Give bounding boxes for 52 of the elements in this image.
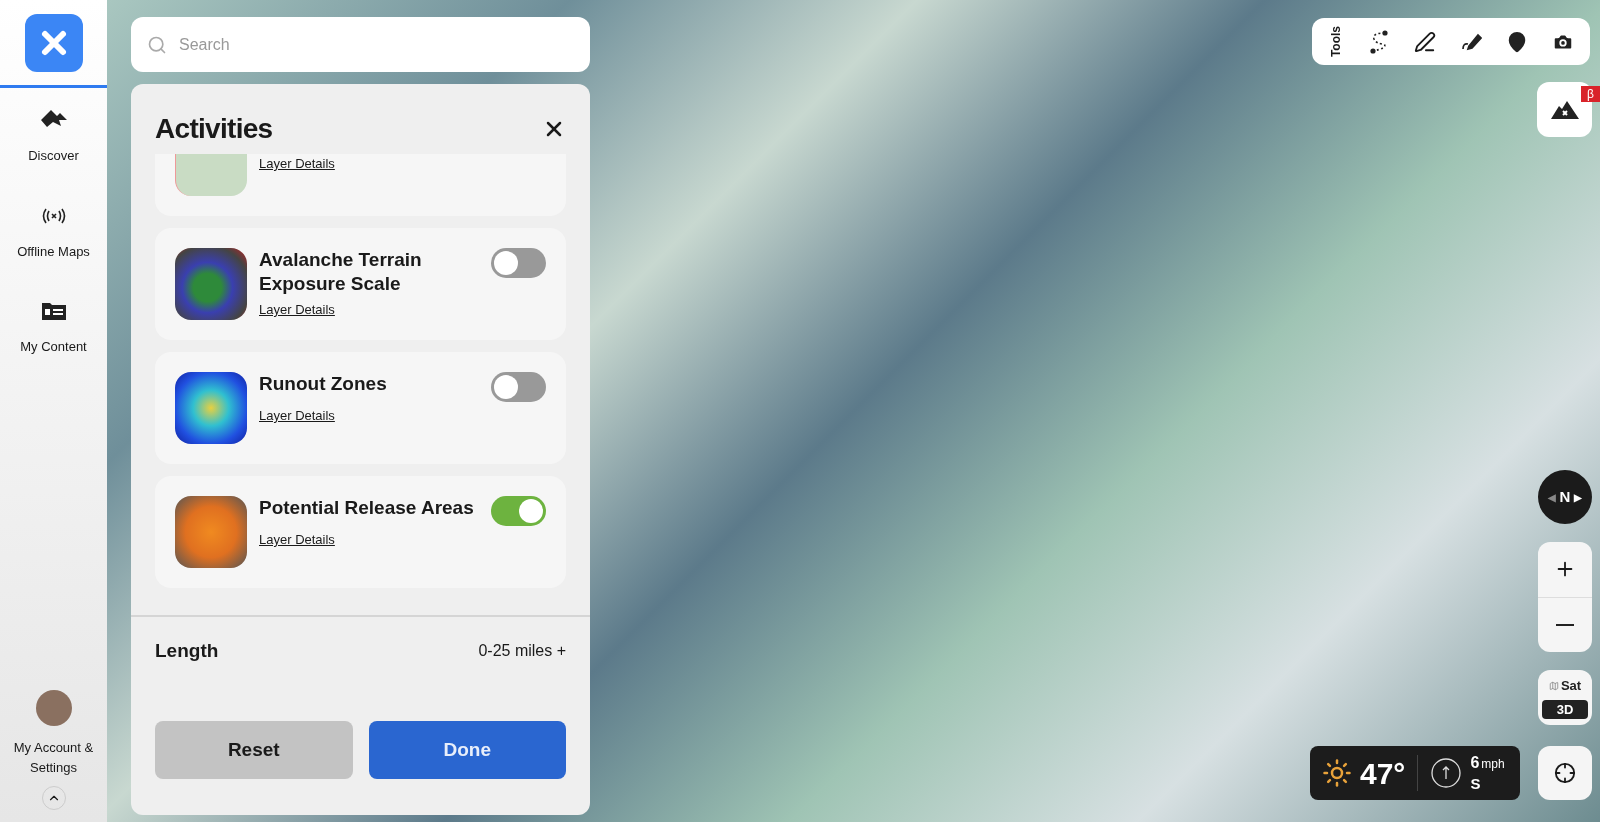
filter-label: Length	[155, 638, 219, 663]
mountain-x-icon	[1549, 99, 1580, 120]
tools-label: Tools	[1328, 25, 1344, 58]
avatar[interactable]	[35, 690, 72, 726]
map-mode-option[interactable]: 3D	[1542, 699, 1588, 719]
layer-thumbnail	[175, 496, 247, 568]
layer-details-link[interactable]: Layer Details	[259, 530, 335, 550]
filter-value: 0-25 miles +	[478, 640, 566, 661]
done-button[interactable]: Done	[368, 721, 566, 779]
layer-details-link[interactable]: Layer Details	[259, 406, 335, 426]
toggle-switch[interactable]	[491, 372, 546, 402]
toggle-switch[interactable]	[491, 496, 546, 526]
temperature: 47°	[1360, 755, 1406, 792]
pencil-icon[interactable]	[1414, 30, 1436, 53]
search-field[interactable]: Search	[131, 17, 590, 72]
route-tool-icon[interactable]	[1368, 29, 1390, 54]
wind-speed: 6	[1470, 752, 1480, 773]
beta-badge: β	[1581, 86, 1600, 102]
search-icon	[147, 35, 167, 55]
layer-name: Avalanche Terrain Exposure Scale	[259, 248, 423, 296]
wind-unit: mph	[1481, 755, 1505, 773]
layer-thumbnail	[175, 154, 247, 196]
account-link[interactable]: My Account & Settings	[3, 738, 104, 778]
minus-icon	[1556, 623, 1574, 626]
toggle-switch[interactable]	[491, 248, 546, 278]
layer-name: Potential Release Areas	[259, 496, 474, 520]
layer-name: Runout Zones	[259, 372, 387, 396]
avalanche-layer-button[interactable]	[1537, 82, 1592, 137]
layer-details-link[interactable]: Layer Details	[259, 154, 335, 196]
wind-direction-icon	[1430, 757, 1463, 789]
reset-button[interactable]: Reset	[155, 721, 353, 779]
mountain-arrow-icon	[38, 108, 69, 130]
right-arrow: ▶	[1574, 490, 1583, 505]
layer-thumbnail	[175, 248, 247, 320]
layer-details-link[interactable]: Layer Details	[259, 300, 335, 320]
map-mode-option[interactable]: Sat	[1542, 676, 1588, 696]
folder-icon	[40, 301, 67, 321]
sun-icon	[1322, 758, 1352, 788]
panel-title: Activities	[155, 112, 273, 146]
compass[interactable]: ◀ N ▶	[1538, 470, 1592, 524]
sidebar-item[interactable]: Offline Maps	[0, 185, 107, 281]
map-pin-icon[interactable]	[1506, 30, 1528, 53]
map-icon	[1548, 680, 1559, 691]
sidebar-item[interactable]: My Content	[0, 281, 107, 377]
locate-button[interactable]	[1538, 746, 1592, 800]
terrain-map[interactable]	[107, 0, 1600, 822]
crosshair-icon	[1554, 762, 1576, 784]
layer-thumbnail	[175, 372, 247, 444]
sidebar-item[interactable]: Discover	[0, 88, 107, 186]
left-arrow: ◀	[1547, 490, 1556, 505]
wind-direction: S	[1470, 773, 1482, 794]
compass-label: N	[1559, 486, 1571, 507]
